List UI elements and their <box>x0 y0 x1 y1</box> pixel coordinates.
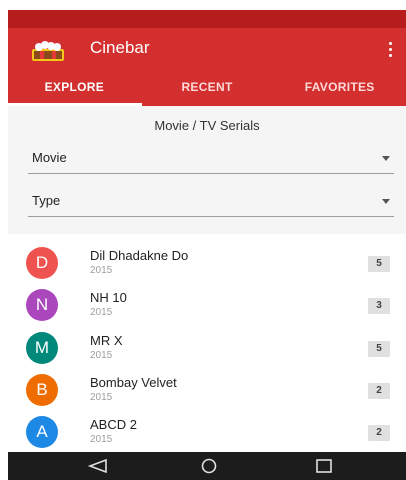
count-badge: 2 <box>368 425 390 441</box>
tab-favorites[interactable]: FAVORITES <box>273 70 406 106</box>
screen-frame <box>0 0 406 10</box>
item-title: Bombay Velvet <box>90 375 177 390</box>
category-dropdown-value: Movie <box>32 150 67 165</box>
type-dropdown-value: Type <box>32 193 61 208</box>
item-year: 2015 <box>90 392 113 403</box>
filter-panel: Movie / TV Serials Movie Type <box>8 106 406 234</box>
overflow-menu-icon[interactable] <box>382 36 398 62</box>
app-title: Cinebar <box>90 38 150 57</box>
count-badge: 3 <box>368 298 390 314</box>
tab-recent[interactable]: RECENT <box>141 70 274 106</box>
type-dropdown[interactable]: Type <box>28 189 394 217</box>
item-year: 2015 <box>90 307 113 318</box>
tab-explore[interactable]: EXPLORE <box>8 70 141 106</box>
item-year: 2015 <box>90 350 113 361</box>
avatar: B <box>26 374 58 406</box>
back-icon[interactable] <box>86 458 108 474</box>
system-nav-bar <box>8 452 406 480</box>
avatar: D <box>26 247 58 279</box>
app-bar: Cinebar <box>8 28 406 70</box>
item-title: ABCD 2 <box>90 417 137 432</box>
dropdown-arrow-icon <box>382 156 390 161</box>
list-item[interactable]: B Bombay Velvet 2015 2 <box>8 369 406 411</box>
category-dropdown[interactable]: Movie <box>28 146 394 174</box>
tab-bar: EXPLORE RECENT FAVORITES <box>8 70 406 106</box>
status-bar <box>8 10 406 28</box>
item-title: MR X <box>90 333 123 348</box>
avatar: A <box>26 416 58 448</box>
item-title: NH 10 <box>90 290 127 305</box>
count-badge: 2 <box>368 383 390 399</box>
dropdown-arrow-icon <box>382 199 390 204</box>
cinema-logo-icon <box>32 41 64 61</box>
movie-list: D Dil Dhadakne Do 2015 5 N NH 10 2015 3 … <box>8 242 406 452</box>
recents-icon[interactable] <box>313 458 335 474</box>
list-item[interactable]: N NH 10 2015 3 <box>8 284 406 326</box>
avatar: N <box>26 289 58 321</box>
list-item[interactable]: D Dil Dhadakne Do 2015 5 <box>8 242 406 284</box>
count-badge: 5 <box>368 256 390 272</box>
filter-title: Movie / TV Serials <box>154 118 260 133</box>
list-item[interactable]: A ABCD 2 2015 2 <box>8 411 406 452</box>
home-icon[interactable] <box>198 458 220 474</box>
list-item[interactable]: M MR X 2015 5 <box>8 327 406 369</box>
item-year: 2015 <box>90 434 113 445</box>
item-year: 2015 <box>90 265 113 276</box>
item-title: Dil Dhadakne Do <box>90 248 189 263</box>
avatar: M <box>26 332 58 364</box>
count-badge: 5 <box>368 341 390 357</box>
